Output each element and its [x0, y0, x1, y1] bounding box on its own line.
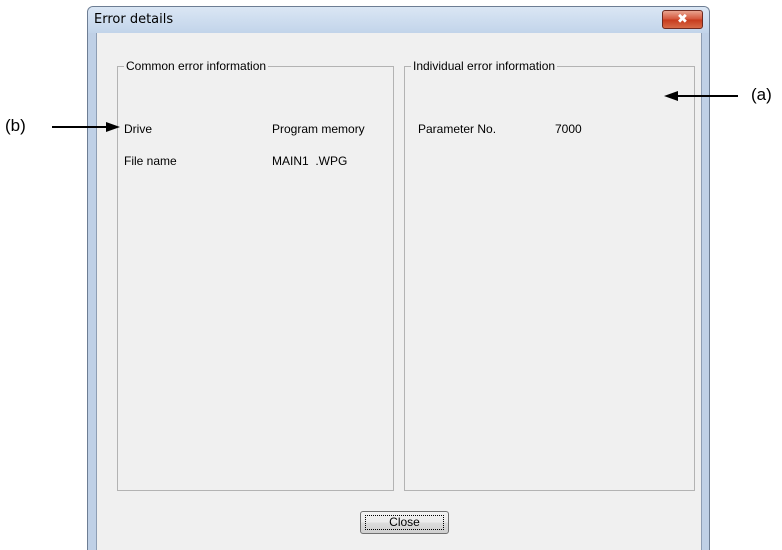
file-name-value: MAIN1 .WPG — [272, 154, 348, 168]
file-name-label: File name — [124, 154, 177, 168]
individual-error-group-title: Individual error information — [411, 59, 558, 73]
close-button-label: Close — [389, 515, 420, 529]
window-close-button[interactable]: ✖ — [662, 10, 703, 29]
title-bar[interactable]: Error details ✖ — [88, 7, 709, 33]
individual-error-group: Individual error information Parameter N… — [404, 59, 695, 491]
common-error-group: Common error information Drive Program m… — [117, 59, 394, 491]
figure: Error details ✖ Common error information… — [0, 0, 782, 550]
error-details-dialog: Error details ✖ Common error information… — [87, 6, 710, 550]
callout-b-arrow — [52, 122, 120, 132]
drive-label: Drive — [124, 122, 153, 136]
callout-a-label: (a) — [751, 85, 772, 104]
drive-value: Program memory — [272, 122, 365, 136]
parameter-no-value: 7000 — [555, 122, 582, 136]
common-error-group-title: Common error information — [124, 59, 269, 73]
callout-a-arrow — [664, 91, 738, 101]
parameter-no-label: Parameter No. — [418, 122, 497, 136]
dialog-client-area: Common error information Drive Program m… — [96, 33, 702, 550]
window-title: Error details — [94, 12, 174, 27]
callout-b-label: (b) — [5, 116, 26, 135]
close-icon: ✖ — [677, 12, 688, 27]
close-button[interactable]: Close — [360, 511, 449, 534]
